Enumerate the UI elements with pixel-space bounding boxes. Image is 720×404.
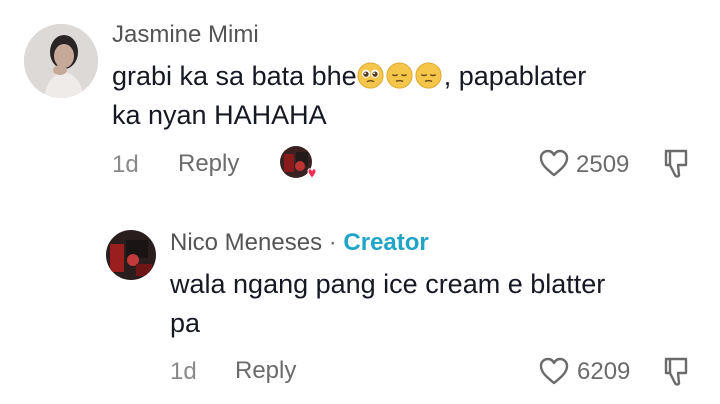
avatar-photo bbox=[24, 24, 98, 98]
comment-text: grabi ka sa bata bhe , papablater ka nya… bbox=[112, 57, 702, 135]
pensive-face-emoji bbox=[415, 62, 442, 89]
comment-text-part: grabi ka sa bata bhe bbox=[112, 61, 357, 91]
reply-button[interactable]: Reply bbox=[178, 150, 239, 178]
comment-text-line: wala ngang pang ice cream e blatter bbox=[170, 269, 606, 299]
avatar-photo bbox=[106, 230, 156, 280]
like-count: 6209 bbox=[577, 358, 631, 385]
comment-text-part: , papablater bbox=[443, 61, 587, 91]
pensive-face-emoji bbox=[386, 62, 413, 89]
comment-time: 1d bbox=[112, 151, 139, 178]
dislike-icon[interactable] bbox=[662, 355, 692, 387]
creator-liked-avatar bbox=[280, 146, 317, 180]
pleading-face-emoji bbox=[357, 62, 384, 89]
reply-button[interactable]: Reply bbox=[235, 357, 296, 385]
heart-icon[interactable] bbox=[538, 356, 570, 386]
comment-text: wala ngang pang ice cream e blatter pa bbox=[170, 265, 700, 343]
comment-time: 1d bbox=[170, 358, 197, 385]
dislike-icon[interactable] bbox=[662, 147, 692, 179]
creator-badge: Creator bbox=[343, 229, 429, 256]
like-count: 2509 bbox=[576, 151, 630, 178]
username[interactable]: Jasmine Mimi bbox=[112, 21, 259, 49]
separator-dot: · bbox=[328, 229, 337, 256]
comment-text-line: ka nyan HAHAHA bbox=[112, 100, 327, 130]
comment-text-line: pa bbox=[170, 308, 201, 338]
heart-icon[interactable] bbox=[538, 148, 570, 178]
avatar[interactable] bbox=[24, 24, 98, 98]
username-text: Nico Meneses bbox=[170, 229, 323, 256]
username[interactable]: Nico Meneses · Creator bbox=[170, 229, 429, 257]
avatar[interactable] bbox=[106, 230, 156, 280]
